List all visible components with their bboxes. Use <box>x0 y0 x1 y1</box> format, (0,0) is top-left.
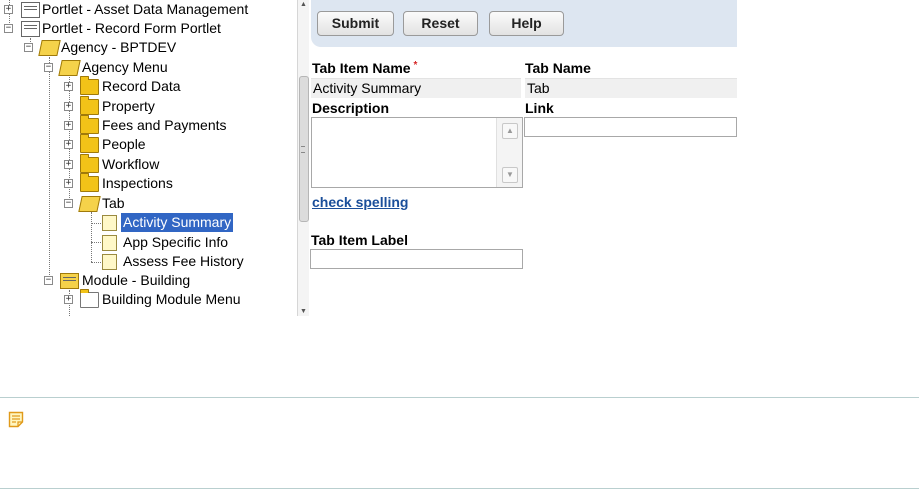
tree-node-record-data[interactable]: + Record Data <box>0 76 297 96</box>
open-folder-icon <box>38 40 61 56</box>
expand-icon[interactable]: + <box>64 295 73 304</box>
scrollbar-grip-icon <box>301 146 305 153</box>
folder-icon <box>80 115 99 134</box>
scroll-down-arrow-icon[interactable]: ▼ <box>502 167 518 183</box>
tree-node-label: Inspections <box>102 175 173 191</box>
tree-node-label: Portlet - Asset Data Management <box>42 1 249 17</box>
tree-node-label: Building Module Menu <box>102 291 241 307</box>
tree-node-module-building[interactable]: − Module - Building <box>0 271 297 290</box>
required-marker: * <box>413 60 418 71</box>
note-icon <box>8 411 24 428</box>
folder-icon <box>80 76 99 95</box>
link-label: Link <box>525 100 554 116</box>
tree-node-label: Property <box>102 98 155 114</box>
tree-node-fees-and-payments[interactable]: + Fees and Payments <box>0 115 297 135</box>
tree-node-assess-fee-history[interactable]: Assess Fee History <box>0 252 297 271</box>
tree-node-agency-bptdev[interactable]: − Agency - BPTDEV <box>0 38 297 57</box>
tree-node-people[interactable]: + People <box>0 134 297 154</box>
open-folder-icon <box>58 60 81 76</box>
expand-icon[interactable]: + <box>64 160 73 169</box>
form-toolbar: Submit Reset Help <box>311 0 737 47</box>
expand-icon[interactable]: + <box>64 102 73 111</box>
collapse-icon[interactable]: − <box>44 276 53 285</box>
expand-icon[interactable]: + <box>4 5 13 14</box>
tab-name-value: Tab <box>525 78 737 98</box>
tree-node-activity-summary[interactable]: Activity Summary <box>0 213 297 232</box>
tab-name-label: Tab Name <box>525 60 591 76</box>
tree-node-label: Tab <box>102 195 125 211</box>
tree-node-label: Module - Building <box>82 272 191 288</box>
tree-node-workflow[interactable]: + Workflow <box>0 154 297 174</box>
portlet-icon <box>21 21 40 37</box>
tree-node-label-selected: Activity Summary <box>121 213 234 232</box>
folder-icon <box>80 173 99 192</box>
collapse-icon[interactable]: − <box>44 63 53 72</box>
folder-icon <box>80 96 99 115</box>
expand-icon[interactable]: + <box>64 140 73 149</box>
document-icon <box>102 215 117 231</box>
open-folder-icon <box>78 196 101 212</box>
tree-node-building-module-menu[interactable]: + Building Module Menu <box>0 289 297 309</box>
tab-item-name-label: Tab Item Name * <box>312 60 417 76</box>
expand-icon[interactable]: + <box>64 179 73 188</box>
tree-scrollbar[interactable]: ▲ ▼ <box>297 0 309 316</box>
collapse-icon[interactable]: − <box>4 24 13 33</box>
scroll-down-arrow-icon[interactable]: ▼ <box>299 307 308 316</box>
submit-button[interactable]: Submit <box>317 11 394 36</box>
document-icon <box>102 235 117 251</box>
portlet-icon <box>21 2 40 18</box>
tree-node-label: App Specific Info <box>123 234 229 250</box>
tab-item-label-label: Tab Item Label <box>311 232 408 248</box>
reset-button[interactable]: Reset <box>403 11 478 36</box>
note-top-divider <box>0 397 919 398</box>
tree-node-label: Agency Menu <box>82 59 168 75</box>
tree-node-label: Portlet - Record Form Portlet <box>42 20 221 36</box>
scroll-up-arrow-icon[interactable]: ▲ <box>502 123 518 139</box>
folder-icon <box>80 154 99 173</box>
tree-node-app-specific-info[interactable]: App Specific Info <box>0 233 297 252</box>
tree-node-agency-menu[interactable]: − Agency Menu <box>0 58 297 77</box>
expand-icon[interactable]: + <box>64 82 73 91</box>
tree-node-property[interactable]: + Property <box>0 96 297 116</box>
tree-node-tab[interactable]: − Tab <box>0 194 297 213</box>
check-spelling-link[interactable]: check spelling <box>312 194 408 210</box>
help-button[interactable]: Help <box>489 11 564 36</box>
expand-icon[interactable]: + <box>64 121 73 130</box>
document-icon <box>102 254 117 270</box>
tab-item-label-input[interactable] <box>310 249 523 269</box>
tree-node-asset-data-management[interactable]: + Portlet - Asset Data Management <box>0 0 297 19</box>
collapse-icon[interactable]: − <box>64 199 73 208</box>
description-scrollbar[interactable]: ▲ ▼ <box>496 118 522 187</box>
tree-node-record-form-portlet[interactable]: − Portlet - Record Form Portlet <box>0 19 297 38</box>
tree-node-label: Fees and Payments <box>102 117 227 133</box>
tree-node-label: Assess Fee History <box>123 253 244 269</box>
folder-icon <box>80 289 99 308</box>
module-icon <box>60 273 79 289</box>
tree-node-inspections[interactable]: + Inspections <box>0 173 297 193</box>
tree-node-label: Workflow <box>102 156 160 172</box>
navigation-tree: + Portlet - Asset Data Management − Port… <box>0 0 310 316</box>
scroll-up-arrow-icon[interactable]: ▲ <box>299 0 308 9</box>
tree-node-label: Record Data <box>102 78 181 94</box>
folder-icon <box>80 134 99 153</box>
tab-item-name-label-text: Tab Item Name <box>312 60 411 76</box>
tab-item-name-value: Activity Summary <box>311 78 521 98</box>
link-input[interactable] <box>524 117 737 137</box>
collapse-icon[interactable]: − <box>24 43 33 52</box>
tree-node-label: People <box>102 136 146 152</box>
description-textarea[interactable]: ▲ ▼ <box>311 117 523 188</box>
description-label: Description <box>312 100 390 116</box>
tree-node-label: Agency - BPTDEV <box>61 39 177 55</box>
